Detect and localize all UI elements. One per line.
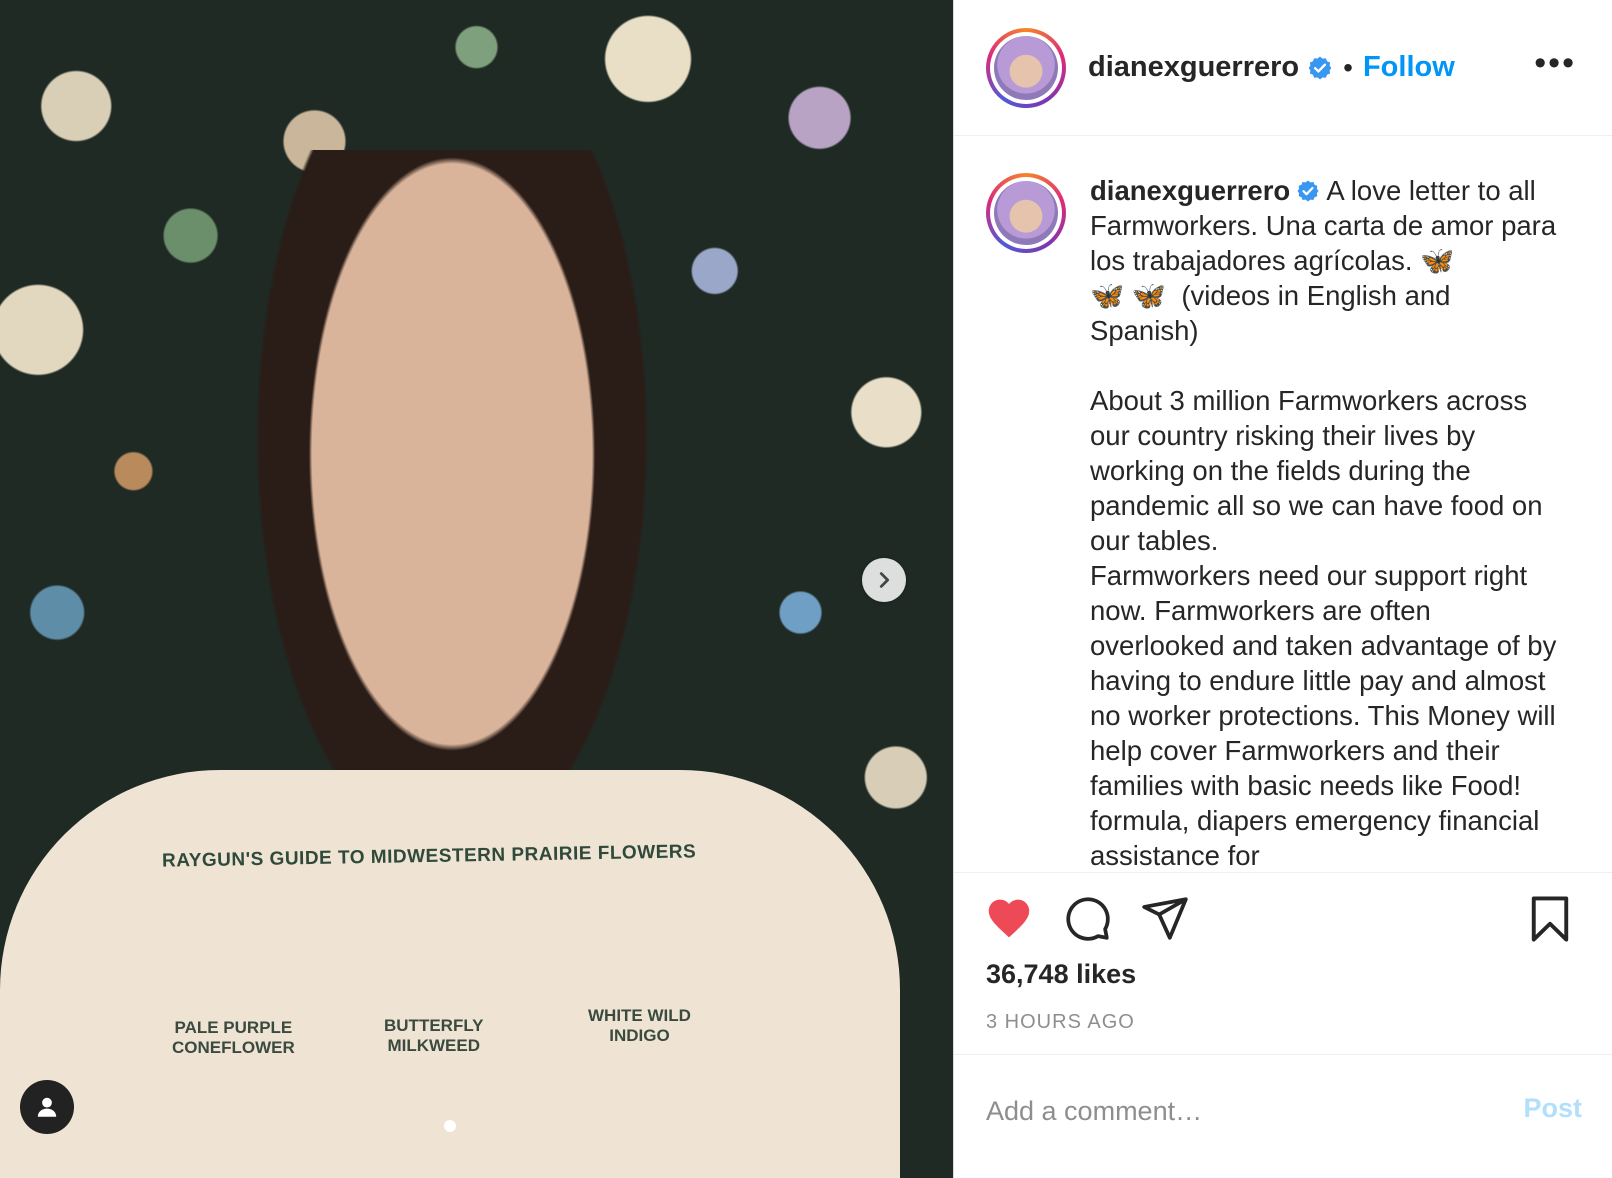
caption-section[interactable]: dianexguerrero A love letter to all Farm… xyxy=(954,137,1612,872)
caption-username[interactable]: dianexguerrero xyxy=(1090,175,1290,206)
likes-count[interactable]: 36,748 likes xyxy=(986,959,1136,990)
comment-icon xyxy=(1066,897,1110,941)
verified-badge-icon xyxy=(1297,180,1319,202)
shirt-flower-label: WHITE WILD INDIGO xyxy=(588,1006,691,1045)
post-media[interactable]: RAYGUN'S GUIDE TO MIDWESTERN PRAIRIE FLO… xyxy=(0,0,953,1178)
carousel-dot xyxy=(444,1120,456,1132)
share-button[interactable] xyxy=(1140,893,1190,948)
actions-section: 36,748 likes 3 HOURS AGO xyxy=(954,872,1612,1054)
heart-icon xyxy=(988,899,1030,938)
separator-dot: • xyxy=(1343,51,1353,83)
follow-button[interactable]: Follow xyxy=(1363,51,1455,84)
avatar-image xyxy=(994,35,1058,100)
verified-badge-icon xyxy=(1308,56,1332,79)
more-options-button[interactable]: ••• xyxy=(1534,46,1576,80)
post-timestamp[interactable]: 3 HOURS AGO xyxy=(986,1011,1135,1034)
post-side-panel: dianexguerrero • Follow ••• dianexguerre… xyxy=(953,0,1612,1178)
shirt-flower-label: BUTTERFLY MILKWEED xyxy=(384,1016,484,1055)
chevron-right-icon xyxy=(879,572,890,588)
avatar[interactable] xyxy=(986,27,1066,108)
next-slide-button[interactable] xyxy=(862,558,906,602)
like-button[interactable] xyxy=(984,893,1034,948)
avatar-image xyxy=(994,181,1058,245)
shirt-image xyxy=(0,770,900,1178)
action-bar xyxy=(954,893,1612,953)
caption-body: A love letter to all Farmworkers. Una ca… xyxy=(1090,175,1557,871)
comment-button[interactable] xyxy=(1062,893,1112,948)
bookmark-icon xyxy=(1531,896,1569,942)
post-comment-button[interactable]: Post xyxy=(1523,1093,1582,1124)
paper-plane-icon xyxy=(1142,897,1188,940)
comment-input[interactable] xyxy=(986,1091,1466,1131)
caption-text: dianexguerrero A love letter to all Farm… xyxy=(1090,173,1560,872)
user-tag-icon xyxy=(37,1097,57,1117)
user-tag-button[interactable] xyxy=(20,1080,74,1134)
header-username[interactable]: dianexguerrero xyxy=(1088,51,1299,84)
shirt-flower-label: PALE PURPLE CONEFLOWER xyxy=(172,1018,295,1057)
save-button[interactable] xyxy=(1524,893,1576,950)
caption-avatar[interactable] xyxy=(986,173,1066,253)
post-header: dianexguerrero • Follow ••• xyxy=(954,0,1612,136)
comment-bar: Post xyxy=(954,1054,1612,1178)
